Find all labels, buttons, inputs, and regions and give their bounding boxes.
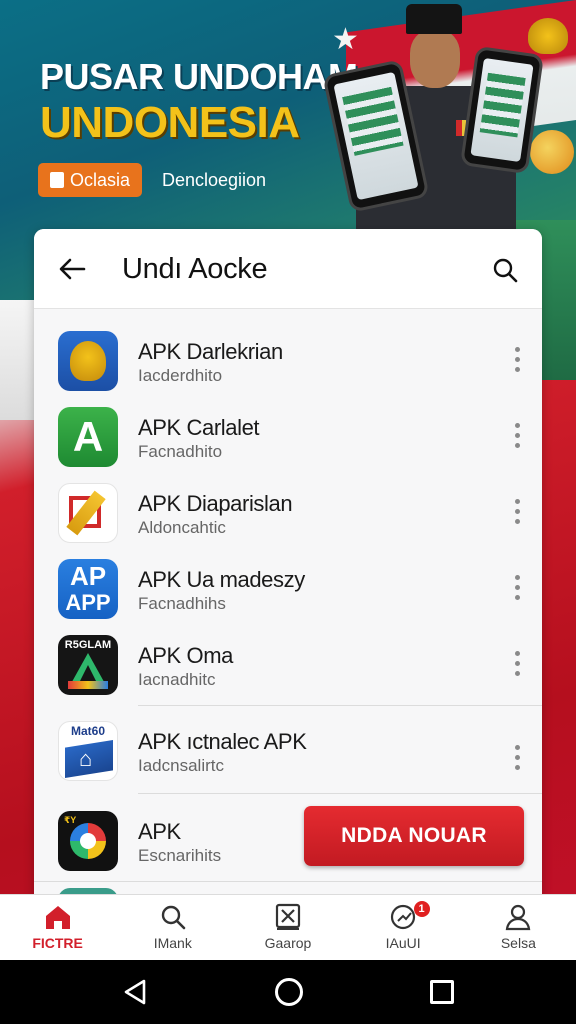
app-subtitle: Facnadhito (138, 442, 223, 461)
nav-item-home[interactable]: FICTRE (0, 895, 115, 961)
nav-item-notifications[interactable]: 1 IAuUI (346, 895, 461, 961)
app-name: APK (138, 819, 181, 844)
more-options-icon[interactable] (510, 649, 524, 681)
app-name: APK Ua madeszy (138, 567, 305, 592)
triangle-logo-icon: R5GLAM (58, 635, 118, 695)
list-item[interactable]: APK Diaparislan Aldoncahtic (34, 471, 542, 547)
list-item[interactable]: Mat60 ⌂ APK ıctnalec APK Iadcnsalirtc (34, 709, 542, 795)
back-arrow-icon[interactable] (58, 257, 86, 281)
home-icon (45, 906, 70, 929)
more-options-icon[interactable] (510, 421, 524, 453)
list-item[interactable]: APK Darlekrian Iacderdhito (34, 319, 542, 395)
garuda-emblem-icon (58, 331, 118, 391)
ap-app-icon: AP APP (58, 559, 118, 619)
document-icon (49, 172, 64, 188)
list-item[interactable]: R5GLAM APK Oma Iacnadhitc (34, 623, 542, 699)
green-a-icon: A (58, 407, 118, 467)
app-subtitle: Facnadhihs (138, 594, 226, 613)
nav-item-box[interactable]: Gaarop (230, 895, 345, 961)
list-item[interactable]: A APK Carlalet Facnadhito (34, 395, 542, 471)
card-header: Undı Aocke (34, 229, 542, 309)
notification-badge: 1 (413, 901, 430, 917)
list-item[interactable]: AP APP APK Ua madeszy Facnadhihs (34, 547, 542, 623)
phone-illustration (459, 45, 545, 175)
user-icon (506, 904, 531, 931)
box-x-icon (275, 903, 301, 930)
more-options-icon[interactable] (510, 743, 524, 775)
officer-illustration (322, 0, 546, 230)
nav-label: Selsa (500, 935, 536, 951)
divider (138, 705, 542, 706)
nav-item-profile[interactable]: Selsa (461, 895, 576, 961)
app-subtitle: Aldoncahtic (138, 518, 226, 537)
bottom-navigation: FICTRE IMank Gaarop 1 IAuUI Selsa (0, 894, 576, 960)
pencil-square-icon (58, 483, 118, 543)
divider (34, 881, 542, 882)
banner-subtitle: Dencloegiion (162, 170, 267, 190)
banner-title: PUSAR UNDOHAM (40, 56, 358, 97)
app-name: APK Diaparislan (138, 491, 293, 516)
banner-button-label: Oclasia (69, 169, 131, 190)
app-subtitle: Iacnadhitc (138, 670, 216, 689)
app-name: APK ıctnalec APK (138, 729, 307, 754)
cap (406, 4, 462, 34)
system-home-icon[interactable] (275, 978, 303, 1006)
system-recents-icon[interactable] (430, 980, 454, 1004)
app-subtitle: Iacderdhito (138, 366, 223, 385)
system-back-icon[interactable] (122, 978, 148, 1006)
color-wheel-icon: ₹Y (58, 811, 118, 871)
more-options-icon[interactable] (510, 345, 524, 377)
more-options-icon[interactable] (510, 497, 524, 529)
more-options-icon[interactable] (510, 573, 524, 605)
banner-title-highlight: UNDONESIA (40, 98, 300, 147)
banner-button[interactable]: Oclasia (38, 163, 142, 197)
primary-action-button[interactable]: NDDA NOUAR (304, 806, 524, 866)
nav-item-search[interactable]: IMank (115, 895, 230, 961)
nav-label: FICTRE (32, 935, 83, 951)
divider (138, 793, 542, 794)
app-subtitle: Escnarihits (138, 846, 222, 865)
phone-illustration (322, 59, 430, 213)
nav-label: IAuUI (385, 935, 421, 951)
app-name: APK Darlekrian (138, 339, 283, 364)
face (410, 30, 460, 88)
nav-label: Gaarop (264, 935, 312, 951)
page-title: Undı Aocke (122, 253, 268, 285)
search-icon (161, 905, 186, 930)
system-navigation-bar (0, 960, 576, 1024)
blue-building-icon: Mat60 ⌂ (58, 721, 118, 781)
app-name: APK Oma (138, 643, 234, 668)
nav-label: IMank (153, 935, 192, 951)
search-icon[interactable] (492, 257, 518, 283)
app-name: APK Carlalet (138, 415, 260, 440)
app-subtitle: Iadcnsalirtc (138, 756, 224, 775)
